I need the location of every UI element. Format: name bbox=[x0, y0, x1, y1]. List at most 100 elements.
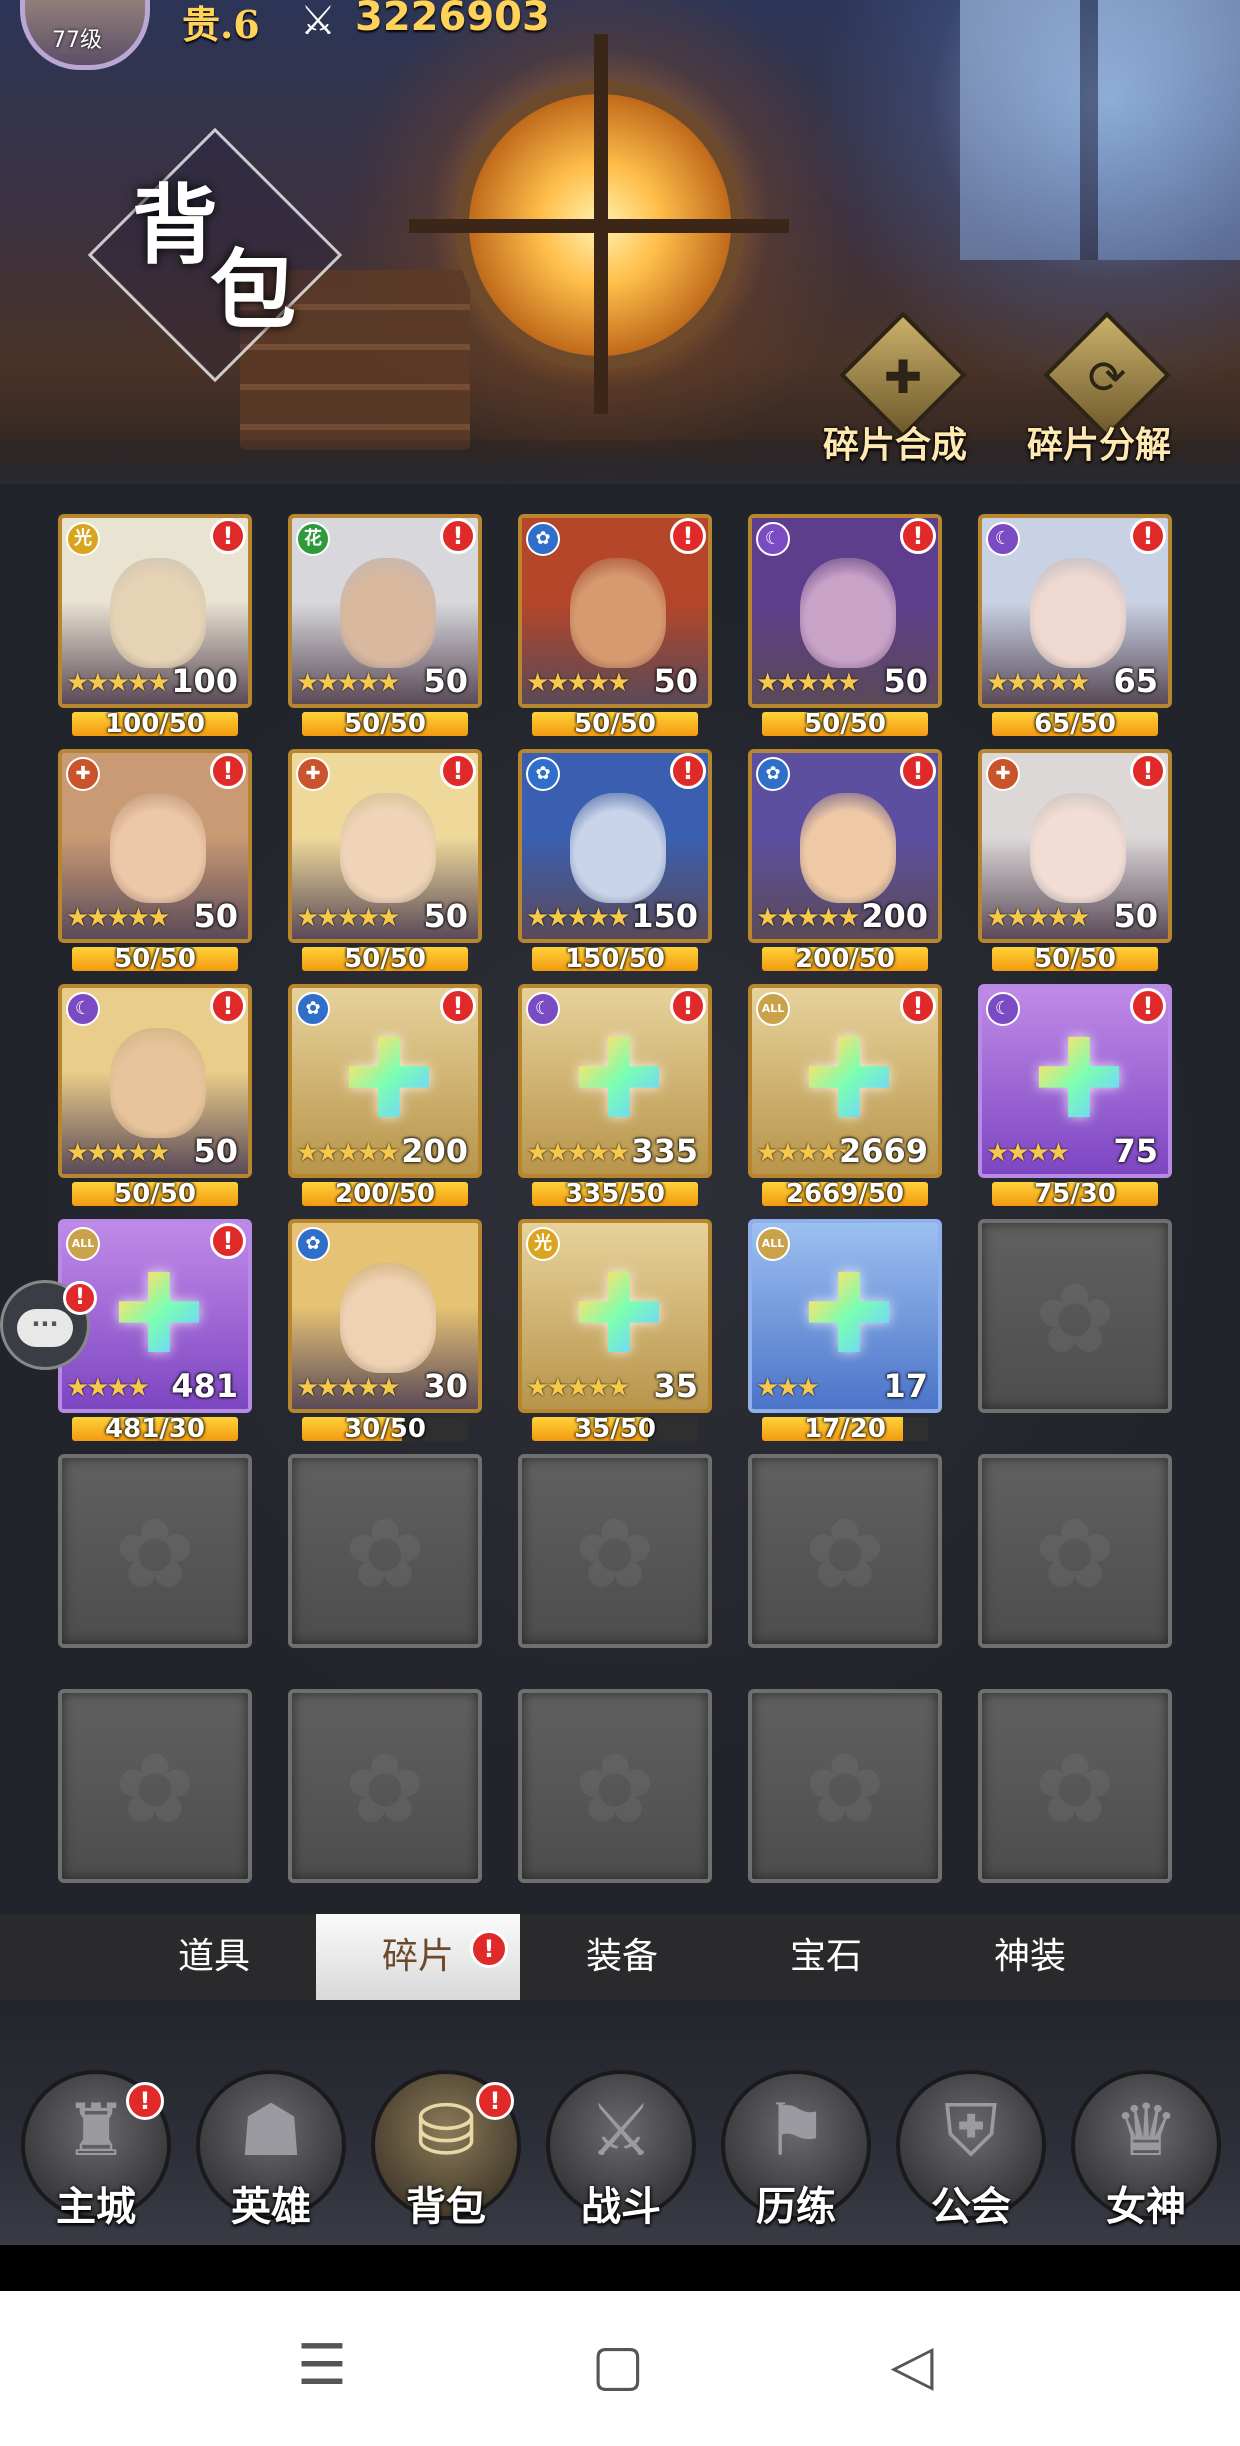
black-bar bbox=[0, 2245, 1240, 2291]
map-icon: ⚑ bbox=[763, 2088, 829, 2172]
hero-face bbox=[570, 793, 666, 903]
nav-item-2[interactable]: ⛁ 背包! bbox=[366, 2070, 526, 2240]
nav-item-3[interactable]: ⚔ 战斗 bbox=[541, 2070, 701, 2240]
hero-fragment-slot[interactable]: ✿ ★★★★★ 30 bbox=[288, 1219, 482, 1413]
alert-badge: ! bbox=[440, 988, 476, 1024]
tab-0[interactable]: 道具 bbox=[112, 1914, 316, 2000]
faction-fire-icon: ✚ bbox=[296, 757, 330, 791]
universal-fragment-slot[interactable]: ✚ 光 ★★★★★ 35 bbox=[518, 1219, 712, 1413]
nav-item-1[interactable]: ☗ 英雄 bbox=[191, 2070, 351, 2240]
star-rating: ★★★★★ bbox=[526, 1138, 631, 1168]
hero-face bbox=[340, 793, 436, 903]
hero-fragment-slot[interactable]: ☾ ★★★★★ 50! bbox=[58, 984, 252, 1178]
page-title-char-1: 背 bbox=[132, 175, 218, 276]
fragment-decompose-button[interactable]: ⟳ 碎片分解 bbox=[1004, 311, 1194, 466]
progress-text: 335/50 bbox=[565, 1182, 665, 1206]
tab-1[interactable]: 碎片! bbox=[316, 1914, 520, 2000]
hero-fragment-slot[interactable]: 光 ★★★★★ 100! bbox=[58, 514, 252, 708]
hero-fragment-slot[interactable]: ✿ ★★★★★ 150! bbox=[518, 749, 712, 943]
fragment-progress-bar: 50/50 bbox=[72, 947, 238, 971]
faction-nature-icon: 花 bbox=[296, 522, 330, 556]
fragment-decompose-label: 碎片分解 bbox=[1026, 425, 1171, 466]
universal-fragment-slot[interactable]: ✚ ALL ★★★★★ 2669! bbox=[748, 984, 942, 1178]
hero-face bbox=[800, 793, 896, 903]
fragment-progress-bar: 50/50 bbox=[992, 947, 1158, 971]
hero-fragment-slot[interactable]: ☾ ★★★★★ 65! bbox=[978, 514, 1172, 708]
back-icon[interactable]: ◁ bbox=[872, 2331, 952, 2401]
progress-text: 481/30 bbox=[105, 1417, 205, 1441]
fragment-count: 50 bbox=[193, 897, 238, 935]
tab-2[interactable]: 装备 bbox=[520, 1914, 724, 2000]
progress-text: 50/50 bbox=[344, 712, 426, 736]
fragment-count: 30 bbox=[423, 1367, 468, 1405]
nav-label: 历练 bbox=[756, 2184, 836, 2230]
fragment-count: 17 bbox=[883, 1367, 928, 1405]
nav-label: 战斗 bbox=[581, 2184, 661, 2230]
fragment-combine-button[interactable]: ✚ 碎片合成 bbox=[800, 311, 990, 466]
universal-fragment-slot[interactable]: ✚ ALL ★★★ 17 bbox=[748, 1219, 942, 1413]
tab-4[interactable]: 神装 bbox=[928, 1914, 1132, 2000]
star-rating: ★★★★★ bbox=[986, 668, 1091, 698]
alert-badge: ! bbox=[900, 518, 936, 554]
rainbow-puzzle-icon: ✚ bbox=[556, 1024, 682, 1134]
empty-slot[interactable] bbox=[748, 1454, 942, 1648]
fragment-progress-bar: 50/50 bbox=[302, 712, 468, 736]
star-rating: ★★★ bbox=[756, 1373, 820, 1403]
tab-label: 道具 bbox=[177, 1936, 250, 1977]
empty-slot[interactable] bbox=[518, 1454, 712, 1648]
universal-fragment-slot[interactable]: ✚ ☾ ★★★★★ 335! bbox=[518, 984, 712, 1178]
progress-text: 200/50 bbox=[795, 947, 895, 971]
chat-button[interactable]: ··· ! bbox=[0, 1280, 97, 1370]
fragment-progress-bar: 481/30 bbox=[72, 1417, 238, 1441]
star-rating: ★★★★★ bbox=[526, 668, 631, 698]
hero-fragment-slot[interactable]: ✚ ★★★★★ 50! bbox=[288, 749, 482, 943]
star-rating: ★★★★★ bbox=[526, 903, 631, 933]
category-tabs: 道具 碎片! 装备 宝石 神装 bbox=[0, 1914, 1240, 2000]
fragment-progress-bar: 35/50 bbox=[532, 1417, 698, 1441]
tab-3[interactable]: 宝石 bbox=[724, 1914, 928, 2000]
progress-text: 65/50 bbox=[1034, 712, 1116, 736]
fragment-progress-bar: 2669/50 bbox=[762, 1182, 928, 1206]
empty-slot[interactable] bbox=[58, 1454, 252, 1648]
fragment-progress-bar: 50/50 bbox=[72, 1182, 238, 1206]
nav-item-5[interactable]: ⛨ 公会 bbox=[891, 2070, 1051, 2240]
page-title-char-2: 包 bbox=[210, 240, 296, 341]
rainbow-puzzle-icon: ✚ bbox=[326, 1024, 452, 1134]
empty-slot[interactable] bbox=[748, 1689, 942, 1883]
faction-light-icon: 光 bbox=[526, 1227, 560, 1261]
hero-fragment-slot[interactable]: ☾ ★★★★★ 50! bbox=[748, 514, 942, 708]
nav-item-4[interactable]: ⚑ 历练 bbox=[716, 2070, 876, 2240]
alert-badge: ! bbox=[1130, 988, 1166, 1024]
progress-text: 30/50 bbox=[344, 1417, 426, 1441]
faction-all-icon: ALL bbox=[66, 1227, 100, 1261]
empty-slot[interactable] bbox=[288, 1689, 482, 1883]
universal-fragment-slot[interactable]: ✚ ☾ ★★★★ 75! bbox=[978, 984, 1172, 1178]
faction-dark-icon: ☾ bbox=[526, 992, 560, 1026]
progress-text: 35/50 bbox=[574, 1417, 656, 1441]
fragment-count: 50 bbox=[1113, 897, 1158, 935]
fragment-progress-bar: 335/50 bbox=[532, 1182, 698, 1206]
hero-fragment-slot[interactable]: ✿ ★★★★★ 50! bbox=[518, 514, 712, 708]
empty-slot[interactable] bbox=[978, 1454, 1172, 1648]
empty-slot[interactable] bbox=[518, 1689, 712, 1883]
recent-apps-icon[interactable]: ☰ bbox=[282, 2331, 362, 2401]
empty-slot[interactable] bbox=[978, 1219, 1172, 1413]
empty-slot[interactable] bbox=[288, 1454, 482, 1648]
nav-label: 女神 bbox=[1106, 2184, 1186, 2230]
hero-fragment-slot[interactable]: ✿ ★★★★★ 200! bbox=[748, 749, 942, 943]
fragment-progress-bar: 50/50 bbox=[302, 947, 468, 971]
nav-alert-badge: ! bbox=[476, 2082, 514, 2120]
hero-fragment-slot[interactable]: 花 ★★★★★ 50! bbox=[288, 514, 482, 708]
nav-label: 主城 bbox=[56, 2184, 136, 2230]
universal-fragment-slot[interactable]: ✚ ✿ ★★★★★ 200! bbox=[288, 984, 482, 1178]
hero-fragment-slot[interactable]: ✚ ★★★★★ 50! bbox=[978, 749, 1172, 943]
empty-slot[interactable] bbox=[978, 1689, 1172, 1883]
hero-face bbox=[1030, 793, 1126, 903]
fragment-count: 2669 bbox=[838, 1132, 928, 1170]
hero-fragment-slot[interactable]: ✚ ★★★★★ 50! bbox=[58, 749, 252, 943]
empty-slot[interactable] bbox=[58, 1689, 252, 1883]
home-icon[interactable]: ▢ bbox=[578, 2331, 658, 2401]
nav-item-6[interactable]: ♛ 女神 bbox=[1066, 2070, 1226, 2240]
nav-item-0[interactable]: ♜ 主城! bbox=[16, 2070, 176, 2240]
fragment-progress-bar: 30/50 bbox=[302, 1417, 468, 1441]
